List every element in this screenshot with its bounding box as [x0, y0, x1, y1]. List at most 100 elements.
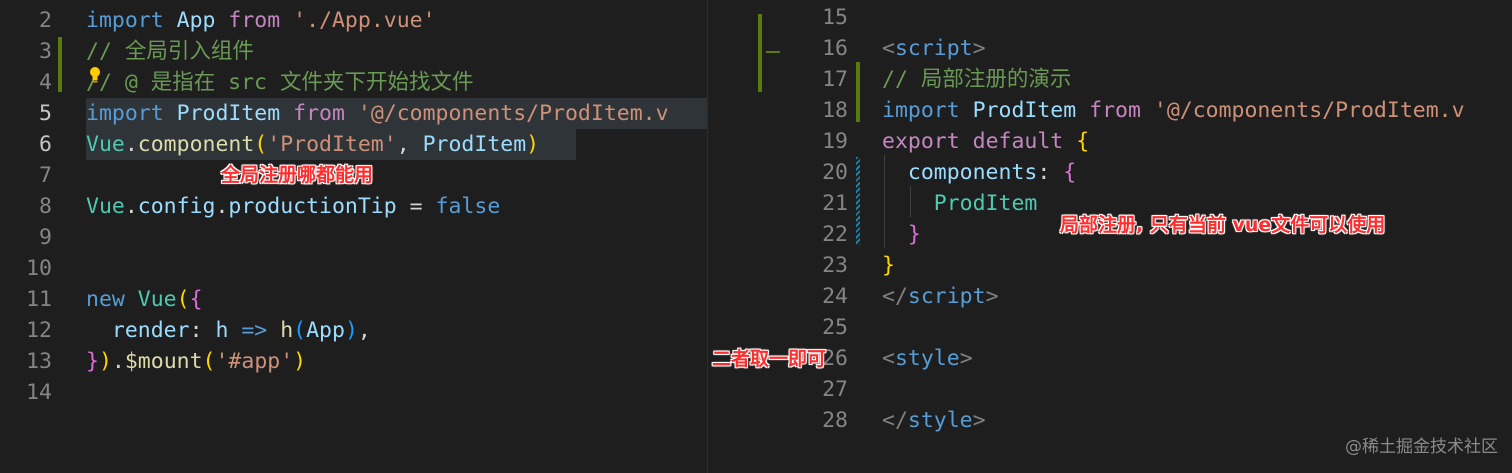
code-token: </ [882, 284, 908, 309]
code-token: Vue [86, 194, 125, 219]
line-number: 4 [39, 70, 52, 95]
code-text[interactable]: import App from './App.vue' [86, 5, 436, 36]
code-text[interactable]: </style> [882, 405, 986, 436]
code-token: $mount [124, 349, 203, 374]
gutter-modified-marker [856, 62, 860, 122]
code-text[interactable]: render: h => h(App), [86, 315, 371, 346]
line-number: 17 [822, 67, 848, 92]
code-token: export [882, 129, 960, 154]
line-number: 11 [26, 287, 52, 312]
code-token: ProdItem [972, 98, 1077, 123]
code-text[interactable]: import ProdItem from '@/components/ProdI… [86, 98, 669, 129]
code-token: script [907, 284, 986, 309]
annotation-either: 二者取一即可 [712, 348, 827, 370]
code-token: from [228, 8, 281, 33]
code-line[interactable]: 5 import ProdItem from '@/components/Prod… [0, 98, 707, 129]
code-line[interactable]: 15 [708, 2, 1512, 33]
code-token: ) [344, 318, 358, 343]
code-text[interactable]: ProdItem [882, 188, 1038, 219]
code-line[interactable]: 20 components: { [708, 157, 1512, 188]
code-text[interactable]: </script> [882, 281, 999, 312]
code-token: productionTip [228, 194, 397, 219]
code-text[interactable]: import ProdItem from '@/components/ProdI… [882, 95, 1465, 126]
line-number: 10 [26, 256, 52, 281]
code-line[interactable]: 16 <script> [708, 33, 1512, 64]
code-text[interactable]: Vue.component('ProdItem', ProdItem) [86, 129, 539, 160]
code-line[interactable]: 17 // 局部注册的演示 [708, 64, 1512, 95]
line-number: 6 [39, 132, 52, 157]
code-line[interactable]: 23} [708, 250, 1512, 281]
gutter-modified-marker [758, 14, 762, 92]
code-token: </ [882, 408, 908, 433]
code-text[interactable]: } [882, 250, 895, 281]
code-token: ProdItem [176, 101, 281, 126]
code-token: style [907, 408, 973, 433]
line-number: 3 [39, 39, 52, 64]
code-line[interactable]: 25 [708, 312, 1512, 343]
code-line[interactable]: 11 new Vue({ [0, 284, 707, 315]
code-token: { [1076, 129, 1090, 154]
code-token: ) [293, 349, 307, 374]
code-token: import [86, 101, 164, 126]
code-token: '@/components/ProdItem.v [357, 101, 669, 126]
line-number: 28 [822, 408, 848, 433]
code-text[interactable]: // 全局引入组件 [86, 36, 254, 67]
code-text[interactable]: <script> [882, 33, 986, 64]
code-token: ( [176, 287, 190, 312]
code-line[interactable]: 9 [0, 222, 707, 253]
line-number: 24 [822, 284, 848, 309]
code-line[interactable]: 6 Vue.component('ProdItem', ProdItem) [0, 129, 707, 160]
code-line[interactable]: 18 import ProdItem from '@/components/Pro… [708, 95, 1512, 126]
code-token: . [124, 194, 138, 219]
code-line[interactable]: 26 <style> [708, 343, 1512, 374]
lightbulb-icon[interactable] [88, 66, 102, 84]
code-text[interactable]: Vue.config.productionTip = false [86, 191, 500, 222]
code-line[interactable]: 8 Vue.config.productionTip = false [0, 191, 707, 222]
left-code-area[interactable]: 2 import App from './App.vue' 3 // 全局引入组件 4 /… [0, 0, 707, 473]
left-editor-pane[interactable]: 2 import App from './App.vue' 3 // 全局引入组件 4 /… [0, 0, 707, 473]
code-text[interactable]: }).$mount('#app') [86, 346, 306, 377]
code-line[interactable]: 24 </script> [708, 281, 1512, 312]
code-line[interactable]: 19 export default { [708, 126, 1512, 157]
line-number: 2 [39, 8, 52, 33]
line-number: 9 [39, 225, 52, 250]
code-line[interactable]: 14 [0, 377, 707, 408]
code-line[interactable]: 27 [708, 374, 1512, 405]
code-text[interactable]: new Vue({ [86, 284, 203, 315]
code-token: = [396, 194, 436, 219]
code-text[interactable]: } [882, 219, 921, 250]
gutter-changed-marker [856, 157, 860, 245]
code-line[interactable]: 3 // 全局引入组件 [0, 36, 707, 67]
code-token: < [882, 346, 895, 371]
code-text[interactable]: // 局部注册的演示 [882, 64, 1071, 95]
code-text[interactable]: <style> [882, 343, 973, 374]
code-token: : [189, 318, 216, 343]
code-line[interactable]: 13}).$mount('#app') [0, 346, 707, 377]
code-text[interactable]: // @ 是指在 src 文件夹下开始找文件 [86, 67, 473, 98]
code-token: // @ 是指在 src 文件夹下开始找文件 [86, 70, 474, 95]
code-text[interactable]: components: { [882, 157, 1076, 188]
code-token: h [215, 318, 229, 343]
right-editor-pane[interactable]: 15 16 <script> 17 // 局部注册的演示 18 import ProdIte… [707, 0, 1512, 473]
line-number: 22 [822, 222, 848, 247]
code-token: '@/components/ProdItem.v [1153, 98, 1465, 123]
line-number: 25 [822, 315, 848, 340]
code-token: . [215, 194, 229, 219]
code-token: style [894, 346, 960, 371]
code-token: // 局部注册的演示 [882, 67, 1072, 92]
code-line[interactable]: 10 [0, 253, 707, 284]
code-token: ( [202, 349, 216, 374]
code-token: . [124, 132, 138, 157]
code-line[interactable]: 2 import App from './App.vue' [0, 5, 707, 36]
code-line[interactable]: 4 // @ 是指在 src 文件夹下开始找文件 [0, 67, 707, 98]
line-number: 5 [39, 101, 52, 126]
code-text[interactable]: export default { [882, 126, 1089, 157]
code-line[interactable]: 12 render: h => h(App), [0, 315, 707, 346]
gutter-modified-marker [58, 37, 62, 92]
